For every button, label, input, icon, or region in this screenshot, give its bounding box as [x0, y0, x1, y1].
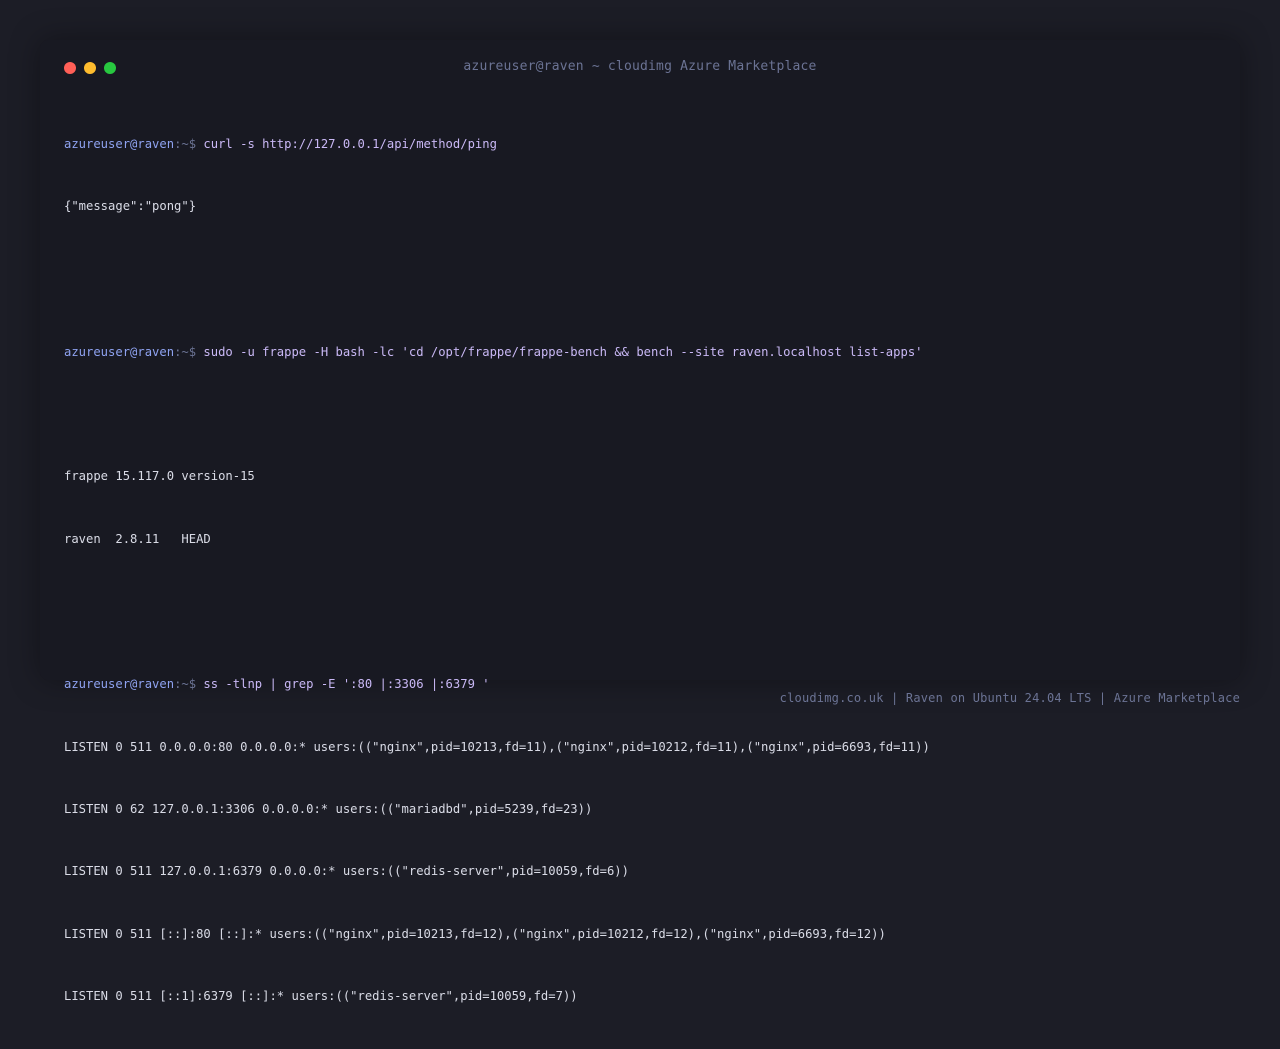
window-title: azureuser@raven ~ cloudimg Azure Marketp… [40, 59, 1240, 74]
prompt-path: :~$ [174, 137, 203, 151]
command-text: ss -tlnp | grep -E ':80 |:3306 |:6379 ' [203, 677, 489, 691]
output-line: raven 2.8.11 HEAD [64, 529, 1216, 550]
command-text: curl -s http://127.0.0.1/api/method/ping [203, 137, 497, 151]
blank-line [64, 591, 1216, 612]
prompt-user-host: azureuser@raven [64, 137, 174, 151]
command-line: azureuser@raven:~$ sudo -u frappe -H bas… [64, 342, 1216, 363]
prompt-path: :~$ [174, 345, 203, 359]
prompt-path: :~$ [174, 677, 203, 691]
output-line: {"message":"pong"} [64, 196, 1216, 217]
output-line: LISTEN 0 511 [::1]:6379 [::]:* users:(("… [64, 986, 1216, 1007]
blank-line [64, 258, 1216, 279]
command-text: sudo -u frappe -H bash -lc 'cd /opt/frap… [203, 345, 922, 359]
prompt-user-host: azureuser@raven [64, 345, 174, 359]
output-line: LISTEN 0 511 127.0.0.1:6379 0.0.0.0:* us… [64, 861, 1216, 882]
blank-line [64, 404, 1216, 425]
terminal-output[interactable]: azureuser@raven:~$ curl -s http://127.0.… [64, 92, 1216, 1049]
terminal-window[interactable]: azureuser@raven ~ cloudimg Azure Marketp… [40, 40, 1240, 680]
output-line: LISTEN 0 62 127.0.0.1:3306 0.0.0.0:* use… [64, 799, 1216, 820]
footer-caption: cloudimg.co.uk | Raven on Ubuntu 24.04 L… [780, 691, 1240, 705]
command-line: azureuser@raven:~$ curl -s http://127.0.… [64, 134, 1216, 155]
output-line: LISTEN 0 511 [::]:80 [::]:* users:(("ngi… [64, 924, 1216, 945]
output-line: frappe 15.117.0 version-15 [64, 466, 1216, 487]
output-line: LISTEN 0 511 0.0.0.0:80 0.0.0.0:* users:… [64, 737, 1216, 758]
prompt-user-host: azureuser@raven [64, 677, 174, 691]
